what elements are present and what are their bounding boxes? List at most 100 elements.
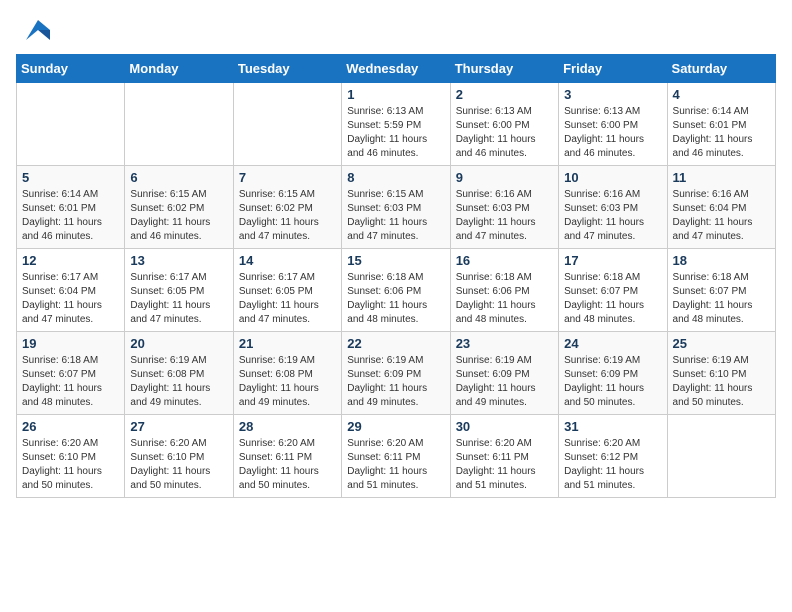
day-info: Sunrise: 6:16 AMSunset: 6:04 PMDaylight:…	[673, 188, 770, 244]
day-number: 18	[673, 253, 770, 268]
day-number: 7	[239, 170, 336, 185]
day-info: Sunrise: 6:19 AMSunset: 6:09 PMDaylight:…	[564, 354, 661, 410]
day-info: Sunrise: 6:17 AMSunset: 6:05 PMDaylight:…	[239, 271, 336, 327]
day-info: Sunrise: 6:19 AMSunset: 6:10 PMDaylight:…	[673, 354, 770, 410]
calendar-cell: 12 Sunrise: 6:17 AMSunset: 6:04 PMDayligh…	[17, 249, 125, 332]
calendar-cell	[17, 83, 125, 166]
calendar-cell: 22 Sunrise: 6:19 AMSunset: 6:09 PMDayligh…	[342, 332, 450, 415]
calendar-week-row: 5 Sunrise: 6:14 AMSunset: 6:01 PMDaylight…	[17, 166, 776, 249]
calendar-cell: 24 Sunrise: 6:19 AMSunset: 6:09 PMDayligh…	[559, 332, 667, 415]
day-info: Sunrise: 6:15 AMSunset: 6:03 PMDaylight:…	[347, 188, 444, 244]
calendar-cell: 15Sunrise: 6:18 AMSunset: 6:06 PMDayligh…	[342, 249, 450, 332]
calendar-cell: 4 Sunrise: 6:14 AMSunset: 6:01 PMDaylight…	[667, 83, 775, 166]
day-number: 22	[347, 336, 444, 351]
day-info: Sunrise: 6:13 AMSunset: 6:00 PMDaylight:…	[456, 105, 553, 161]
calendar-cell: 31 Sunrise: 6:20 AMSunset: 6:12 PMDayligh…	[559, 415, 667, 498]
day-number: 28	[239, 419, 336, 434]
day-info: Sunrise: 6:19 AMSunset: 6:09 PMDaylight:…	[347, 354, 444, 410]
calendar-cell	[233, 83, 341, 166]
day-info: Sunrise: 6:20 AMSunset: 6:10 PMDaylight:…	[22, 437, 119, 493]
day-number: 14	[239, 253, 336, 268]
calendar-cell: 27Sunrise: 6:20 AMSunset: 6:10 PMDayligh…	[125, 415, 233, 498]
day-info: Sunrise: 6:20 AMSunset: 6:11 PMDaylight:…	[347, 437, 444, 493]
day-number: 1	[347, 87, 444, 102]
logo-icon	[18, 16, 50, 44]
weekday-header: Thursday	[450, 55, 558, 83]
day-number: 13	[130, 253, 227, 268]
day-info: Sunrise: 6:13 AMSunset: 5:59 PMDaylight:…	[347, 105, 444, 161]
day-number: 20	[130, 336, 227, 351]
calendar-week-row: 19Sunrise: 6:18 AMSunset: 6:07 PMDayligh…	[17, 332, 776, 415]
calendar-week-row: 26Sunrise: 6:20 AMSunset: 6:10 PMDayligh…	[17, 415, 776, 498]
calendar-cell: 18 Sunrise: 6:18 AMSunset: 6:07 PMDayligh…	[667, 249, 775, 332]
day-info: Sunrise: 6:19 AMSunset: 6:08 PMDaylight:…	[130, 354, 227, 410]
day-info: Sunrise: 6:19 AMSunset: 6:08 PMDaylight:…	[239, 354, 336, 410]
calendar-cell: 25 Sunrise: 6:19 AMSunset: 6:10 PMDayligh…	[667, 332, 775, 415]
calendar-cell: 2 Sunrise: 6:13 AMSunset: 6:00 PMDaylight…	[450, 83, 558, 166]
day-number: 25	[673, 336, 770, 351]
calendar-cell: 16 Sunrise: 6:18 AMSunset: 6:06 PMDayligh…	[450, 249, 558, 332]
calendar-cell: 11 Sunrise: 6:16 AMSunset: 6:04 PMDayligh…	[667, 166, 775, 249]
day-number: 4	[673, 87, 770, 102]
weekday-header: Wednesday	[342, 55, 450, 83]
day-number: 2	[456, 87, 553, 102]
day-number: 19	[22, 336, 119, 351]
calendar-cell: 26Sunrise: 6:20 AMSunset: 6:10 PMDayligh…	[17, 415, 125, 498]
calendar-body: 1 Sunrise: 6:13 AMSunset: 5:59 PMDaylight…	[17, 83, 776, 498]
day-info: Sunrise: 6:20 AMSunset: 6:12 PMDaylight:…	[564, 437, 661, 493]
day-info: Sunrise: 6:14 AMSunset: 6:01 PMDaylight:…	[673, 105, 770, 161]
weekday-row: SundayMondayTuesdayWednesdayThursdayFrid…	[17, 55, 776, 83]
day-number: 31	[564, 419, 661, 434]
day-number: 11	[673, 170, 770, 185]
day-number: 23	[456, 336, 553, 351]
weekday-header: Saturday	[667, 55, 775, 83]
day-number: 24	[564, 336, 661, 351]
calendar-cell: 3 Sunrise: 6:13 AMSunset: 6:00 PMDaylight…	[559, 83, 667, 166]
day-info: Sunrise: 6:17 AMSunset: 6:04 PMDaylight:…	[22, 271, 119, 327]
day-number: 8	[347, 170, 444, 185]
calendar-cell: 29 Sunrise: 6:20 AMSunset: 6:11 PMDayligh…	[342, 415, 450, 498]
day-info: Sunrise: 6:18 AMSunset: 6:07 PMDaylight:…	[673, 271, 770, 327]
day-info: Sunrise: 6:19 AMSunset: 6:09 PMDaylight:…	[456, 354, 553, 410]
calendar-cell: 14 Sunrise: 6:17 AMSunset: 6:05 PMDayligh…	[233, 249, 341, 332]
calendar-cell: 8 Sunrise: 6:15 AMSunset: 6:03 PMDaylight…	[342, 166, 450, 249]
calendar-cell: 28Sunrise: 6:20 AMSunset: 6:11 PMDayligh…	[233, 415, 341, 498]
day-info: Sunrise: 6:20 AMSunset: 6:11 PMDaylight:…	[456, 437, 553, 493]
calendar-cell: 1 Sunrise: 6:13 AMSunset: 5:59 PMDaylight…	[342, 83, 450, 166]
day-number: 29	[347, 419, 444, 434]
day-info: Sunrise: 6:14 AMSunset: 6:01 PMDaylight:…	[22, 188, 119, 244]
calendar-week-row: 1 Sunrise: 6:13 AMSunset: 5:59 PMDaylight…	[17, 83, 776, 166]
logo	[16, 16, 50, 44]
calendar-cell: 21 Sunrise: 6:19 AMSunset: 6:08 PMDayligh…	[233, 332, 341, 415]
day-info: Sunrise: 6:15 AMSunset: 6:02 PMDaylight:…	[130, 188, 227, 244]
calendar-week-row: 12 Sunrise: 6:17 AMSunset: 6:04 PMDayligh…	[17, 249, 776, 332]
day-info: Sunrise: 6:17 AMSunset: 6:05 PMDaylight:…	[130, 271, 227, 327]
weekday-header: Sunday	[17, 55, 125, 83]
day-info: Sunrise: 6:13 AMSunset: 6:00 PMDaylight:…	[564, 105, 661, 161]
calendar-cell: 20 Sunrise: 6:19 AMSunset: 6:08 PMDayligh…	[125, 332, 233, 415]
calendar-table: SundayMondayTuesdayWednesdayThursdayFrid…	[16, 54, 776, 498]
day-number: 5	[22, 170, 119, 185]
day-number: 16	[456, 253, 553, 268]
day-number: 12	[22, 253, 119, 268]
calendar-cell: 7 Sunrise: 6:15 AMSunset: 6:02 PMDaylight…	[233, 166, 341, 249]
day-info: Sunrise: 6:15 AMSunset: 6:02 PMDaylight:…	[239, 188, 336, 244]
calendar-cell: 17 Sunrise: 6:18 AMSunset: 6:07 PMDayligh…	[559, 249, 667, 332]
day-info: Sunrise: 6:18 AMSunset: 6:06 PMDaylight:…	[456, 271, 553, 327]
calendar-header: SundayMondayTuesdayWednesdayThursdayFrid…	[17, 55, 776, 83]
day-info: Sunrise: 6:18 AMSunset: 6:06 PMDaylight:…	[347, 271, 444, 327]
calendar-cell: 13 Sunrise: 6:17 AMSunset: 6:05 PMDayligh…	[125, 249, 233, 332]
calendar-cell: 5 Sunrise: 6:14 AMSunset: 6:01 PMDaylight…	[17, 166, 125, 249]
day-number: 17	[564, 253, 661, 268]
calendar-cell: 23 Sunrise: 6:19 AMSunset: 6:09 PMDayligh…	[450, 332, 558, 415]
calendar-cell: 6Sunrise: 6:15 AMSunset: 6:02 PMDaylight…	[125, 166, 233, 249]
calendar-cell	[125, 83, 233, 166]
day-number: 3	[564, 87, 661, 102]
day-info: Sunrise: 6:18 AMSunset: 6:07 PMDaylight:…	[564, 271, 661, 327]
calendar-cell: 30Sunrise: 6:20 AMSunset: 6:11 PMDayligh…	[450, 415, 558, 498]
day-number: 27	[130, 419, 227, 434]
day-number: 21	[239, 336, 336, 351]
day-number: 10	[564, 170, 661, 185]
calendar-cell: 19Sunrise: 6:18 AMSunset: 6:07 PMDayligh…	[17, 332, 125, 415]
weekday-header: Monday	[125, 55, 233, 83]
